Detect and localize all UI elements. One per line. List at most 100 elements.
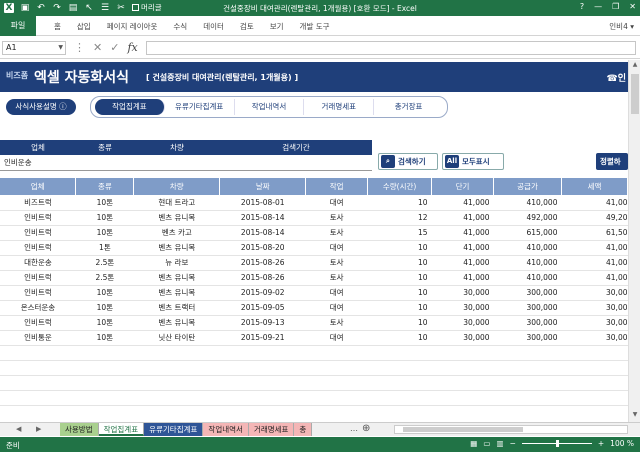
cell-company[interactable]: 인비트럭 — [0, 315, 76, 331]
cell-work[interactable]: 토사 — [305, 210, 368, 226]
cell-unit-price[interactable]: 41,000 — [431, 270, 494, 286]
cell-date[interactable]: 2015-09-02 — [219, 285, 306, 301]
name-box[interactable]: A1 ▼ — [2, 41, 66, 55]
cell-company[interactable]: 인비트럭 — [0, 225, 76, 241]
cell-tax[interactable]: 41,00 — [561, 270, 628, 286]
cell-quantity[interactable]: 10 — [367, 240, 432, 256]
empty-row[interactable] — [0, 360, 628, 376]
cell-supply-price[interactable]: 410,000 — [493, 195, 562, 211]
empty-cell[interactable] — [431, 345, 494, 361]
cell-supply-price[interactable]: 615,000 — [493, 225, 562, 241]
table-row[interactable]: 인비트럭 10톤 벤츠 유니목 2015-08-14 토사 12 41,000 492,000… — [0, 210, 628, 226]
cell-unit-price[interactable]: 41,000 — [431, 225, 494, 241]
empty-cell[interactable] — [0, 390, 76, 406]
empty-cell[interactable] — [133, 375, 220, 391]
cell-vehicle[interactable]: 벤츠 유니목 — [133, 270, 220, 286]
cell-date[interactable]: 2015-08-20 — [219, 240, 306, 256]
cell-vehicle[interactable]: 벤츠 카고 — [133, 225, 220, 241]
cell-tax[interactable]: 41,00 — [561, 240, 628, 256]
cell-work[interactable]: 대여 — [305, 195, 368, 211]
zoom-slider-knob[interactable] — [555, 440, 559, 447]
worksheet[interactable]: 비즈폼 엑셀 자동화서식 [ 건설중장비 대여관리(렌탈관리, 1개월용) ] … — [0, 60, 628, 422]
cell-company[interactable]: 온스터운송 — [0, 300, 76, 316]
empty-row[interactable] — [0, 390, 628, 406]
close-button[interactable]: ✕ — [629, 2, 636, 11]
cell-work[interactable]: 대여 — [305, 240, 368, 256]
table-row[interactable]: 인비트럭 1톤 벤츠 유니목 2015-08-20 대여 10 41,000 410,000 4… — [0, 240, 628, 256]
cell-quantity[interactable]: 12 — [367, 210, 432, 226]
page-break-view-icon[interactable]: ▥ — [496, 439, 503, 448]
empty-cell[interactable] — [367, 375, 432, 391]
sheet-tab[interactable]: 작업집계표 — [98, 423, 145, 436]
search-company-field[interactable]: 인비운송 — [0, 155, 76, 171]
table-row[interactable]: 인비통운 10톤 닛산 타이탄 2015-09-21 대여 10 30,000 300,000… — [0, 330, 628, 346]
cell-type[interactable]: 10톤 — [75, 285, 134, 301]
sheet-tab[interactable]: 거래명세표 — [248, 423, 295, 436]
cell-work[interactable]: 대여 — [305, 330, 368, 346]
table-row[interactable]: 인비트럭 2.5톤 벤츠 유니목 2015-08-26 토사 10 41,000 410,00… — [0, 270, 628, 286]
sheet-tab[interactable]: 작업내역서 — [203, 423, 249, 436]
cell-vehicle[interactable]: 뉴 라보 — [133, 255, 220, 271]
cell-quantity[interactable]: 10 — [367, 330, 432, 346]
cell-supply-price[interactable]: 410,000 — [493, 270, 562, 286]
zoom-out-icon[interactable]: − — [510, 439, 516, 448]
cell-date[interactable]: 2015-08-01 — [219, 195, 306, 211]
table-row[interactable]: 인비트럭 10톤 벤츠 유니목 2015-09-02 대여 10 30,000 300,000… — [0, 285, 628, 301]
zoom-in-icon[interactable]: + — [598, 439, 604, 448]
empty-cell[interactable] — [0, 375, 76, 391]
empty-cell[interactable] — [75, 390, 134, 406]
cell-unit-price[interactable]: 41,000 — [431, 210, 494, 226]
cell-vehicle[interactable]: 벤츠 유니목 — [133, 315, 220, 331]
cell-supply-price[interactable]: 300,000 — [493, 330, 562, 346]
cell-type[interactable]: 10톤 — [75, 195, 134, 211]
cell-vehicle[interactable]: 벤츠 유니목 — [133, 210, 220, 226]
empty-cell[interactable] — [305, 360, 368, 376]
cell-vehicle[interactable]: 현대 트라고 — [133, 195, 220, 211]
cell-tax[interactable]: 30,00 — [561, 330, 628, 346]
empty-cell[interactable] — [493, 390, 562, 406]
minimize-button[interactable]: — — [594, 2, 602, 11]
cell-company[interactable]: 인비트럭 — [0, 270, 76, 286]
tab-formulas[interactable]: 수식 — [165, 21, 195, 32]
cell-unit-price[interactable]: 41,000 — [431, 195, 494, 211]
cell-tax[interactable]: 30,00 — [561, 300, 628, 316]
show-all-button[interactable]: All 모두표시 — [442, 153, 504, 170]
nav-tab-work-summary[interactable]: 작업집계표 — [95, 99, 165, 115]
zoom-level[interactable]: 100 % — [610, 439, 634, 448]
cell-supply-price[interactable]: 492,000 — [493, 210, 562, 226]
chevron-down-icon[interactable]: ▼ — [58, 42, 63, 54]
empty-cell[interactable] — [561, 345, 628, 361]
table-row[interactable]: 온스터운송 10톤 벤츠 트랙터 2015-09-05 대여 10 30,000 300,00… — [0, 300, 628, 316]
table-row[interactable]: 인비트럭 10톤 벤츠 유니목 2015-09-13 토사 10 30,000 300,000… — [0, 315, 628, 331]
vertical-scrollbar[interactable]: ▲ ▼ — [628, 60, 640, 422]
tab-insert[interactable]: 삽입 — [69, 21, 99, 32]
table-row[interactable]: 대한운송 2.5톤 뉴 라보 2015-08-26 토사 10 41,000 410,000 4… — [0, 255, 628, 271]
empty-cell[interactable] — [305, 375, 368, 391]
empty-cell[interactable] — [133, 360, 220, 376]
cell-quantity[interactable]: 15 — [367, 225, 432, 241]
cell-company[interactable]: 인비트럭 — [0, 210, 76, 226]
cell-supply-price[interactable]: 410,000 — [493, 240, 562, 256]
nav-tab-work-details[interactable]: 작업내역서 — [235, 99, 305, 115]
empty-cell[interactable] — [75, 345, 134, 361]
tab-scroll-right-icon[interactable]: ▶ — [36, 425, 41, 433]
cancel-icon[interactable]: ✕ — [93, 41, 102, 55]
cell-work[interactable]: 토사 — [305, 270, 368, 286]
cell-unit-price[interactable]: 41,000 — [431, 255, 494, 271]
empty-cell[interactable] — [75, 375, 134, 391]
usage-guide-button[interactable]: 사식사용설명 ⓘ — [6, 99, 76, 115]
empty-cell[interactable] — [219, 360, 306, 376]
empty-cell[interactable] — [561, 390, 628, 406]
cell-quantity[interactable]: 10 — [367, 195, 432, 211]
empty-cell[interactable] — [219, 390, 306, 406]
horizontal-scrollbar[interactable] — [394, 425, 628, 434]
empty-cell[interactable] — [431, 375, 494, 391]
empty-cell[interactable] — [0, 345, 76, 361]
cell-date[interactable]: 2015-08-14 — [219, 210, 306, 226]
normal-view-icon[interactable]: ▦ — [470, 439, 477, 448]
empty-cell[interactable] — [561, 375, 628, 391]
cell-tax[interactable]: 30,00 — [561, 315, 628, 331]
cell-date[interactable]: 2015-09-05 — [219, 300, 306, 316]
cell-type[interactable]: 2.5톤 — [75, 255, 134, 271]
nav-tab-ledger[interactable]: 총거장표 — [374, 99, 443, 115]
